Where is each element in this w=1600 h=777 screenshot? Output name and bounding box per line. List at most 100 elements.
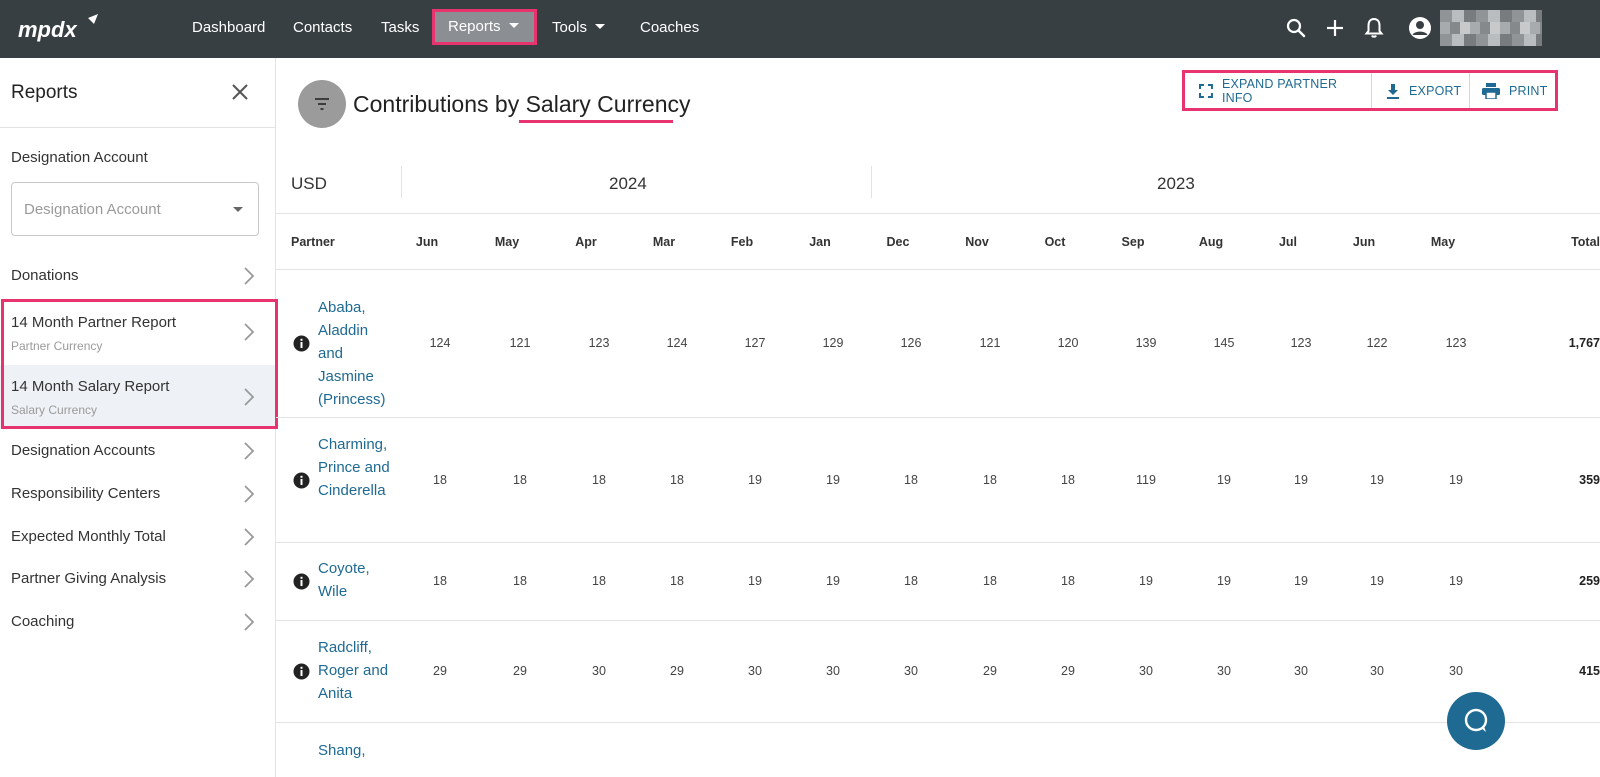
partner-name-link[interactable]: Shang, <box>318 739 396 762</box>
close-icon[interactable] <box>230 82 250 102</box>
month-amount-cell: 122 <box>1366 336 1388 350</box>
nav-tools-label: Tools <box>552 19 588 36</box>
page-title-emphasis: Salary Currency <box>525 91 691 117</box>
month-amount-cell: 145 <box>1213 336 1235 350</box>
info-icon[interactable] <box>293 335 310 352</box>
filter-icon <box>315 98 329 110</box>
chevron-right-icon <box>244 442 255 460</box>
year-label-2023: 2023 <box>1157 174 1195 193</box>
sidebar-item-responsibility-centers[interactable]: Responsibility Centers <box>0 472 275 514</box>
month-amount-cell: 29 <box>983 664 997 678</box>
user-name-redacted[interactable] <box>1440 10 1542 46</box>
logo-text: mpdx <box>18 17 77 42</box>
sidebar-item-14-month-partner-report[interactable]: 14 Month Partner Report Partner Currency <box>0 302 275 365</box>
column-header-month: Nov <box>965 235 989 249</box>
column-header-month: Jan <box>809 235 831 249</box>
chat-icon <box>1464 708 1488 732</box>
sidebar-item-donations[interactable]: Donations <box>0 256 275 298</box>
nav-contacts[interactable]: Contacts <box>293 0 352 55</box>
info-icon[interactable] <box>293 472 310 489</box>
row-total-cell: 415 <box>1579 664 1600 678</box>
row-total-cell: 259 <box>1579 574 1600 588</box>
month-amount-cell: 129 <box>822 336 844 350</box>
chevron-right-icon <box>244 570 255 588</box>
add-icon[interactable] <box>1323 16 1347 40</box>
month-amount-cell: 19 <box>826 472 840 487</box>
partner-name-link[interactable]: Ababa, Aladdin and Jasmine (Princess) <box>318 296 396 411</box>
notifications-icon[interactable] <box>1362 16 1386 40</box>
month-amount-cell: 19 <box>1217 472 1231 487</box>
column-header-month: Feb <box>730 235 754 249</box>
month-amount-cell: 19 <box>748 472 762 487</box>
page-title: Contributions by Salary Currency <box>353 91 690 118</box>
month-amount-cell: 30 <box>748 664 762 678</box>
expand-partner-info-label: EXPAND PARTNER INFO <box>1221 76 1338 105</box>
month-amount-cell: 18 <box>433 574 447 588</box>
report-main-panel: Contributions by Salary Currency EXPAND … <box>276 58 1600 777</box>
nav-reports-label: Reports <box>448 18 501 35</box>
chevron-right-icon <box>244 388 255 406</box>
partner-name-link[interactable]: Coyote, Wile <box>318 557 396 603</box>
month-amount-cell: 18 <box>513 472 527 487</box>
expand-partner-info-button[interactable]: EXPAND PARTNER INFO <box>1185 73 1371 108</box>
designation-account-select[interactable]: Designation Account <box>11 182 259 236</box>
nav-tools[interactable]: Tools <box>552 0 606 55</box>
month-amount-cell: 30 <box>1217 664 1231 678</box>
sidebar-item-expected-monthly-total[interactable]: Expected Monthly Total <box>0 515 275 557</box>
month-amount-cell: 124 <box>429 336 451 350</box>
month-amount-cell: 29 <box>1061 664 1075 678</box>
chevron-right-icon <box>244 267 255 285</box>
year-label-2024: 2024 <box>609 174 647 193</box>
column-header-month: Jun <box>415 235 439 249</box>
sidebar-item-label: Designation Accounts <box>11 442 156 459</box>
info-icon[interactable] <box>293 663 310 680</box>
month-amount-cell: 30 <box>826 664 840 678</box>
month-amount-cell: 121 <box>509 336 531 350</box>
month-amount-cell: 30 <box>1294 664 1308 678</box>
search-icon[interactable] <box>1284 16 1308 40</box>
month-amount-cell: 19 <box>1139 574 1153 588</box>
sidebar-item-coaching[interactable]: Coaching <box>0 600 275 642</box>
month-amount-cell: 119 <box>1136 472 1156 487</box>
month-amount-cell: 18 <box>904 472 918 487</box>
reports-sidebar: Reports Designation Account Designation … <box>0 58 278 777</box>
month-amount-cell: 19 <box>1294 574 1308 588</box>
nav-tasks[interactable]: Tasks <box>381 0 419 55</box>
month-amount-cell: 18 <box>904 574 918 588</box>
sidebar-item-partner-giving-analysis[interactable]: Partner Giving Analysis <box>0 558 275 600</box>
sidebar-title: Reports <box>11 82 78 103</box>
sidebar-item-label: Partner Giving Analysis <box>11 570 167 587</box>
nav-coaches[interactable]: Coaches <box>640 0 699 55</box>
chevron-down-icon <box>508 22 519 28</box>
help-chat-button[interactable] <box>1447 692 1505 750</box>
info-icon[interactable] <box>293 573 310 590</box>
column-header-month: Oct <box>1044 235 1066 249</box>
month-amount-cell: 18 <box>513 574 527 588</box>
account-icon[interactable] <box>1407 15 1433 41</box>
column-header-month: Dec <box>886 235 910 249</box>
print-label: PRINT <box>1509 83 1548 98</box>
table-row: Shang, <box>276 723 1600 777</box>
month-amount-cell: 19 <box>1370 574 1384 588</box>
month-amount-cell: 18 <box>592 472 606 487</box>
sidebar-item-sublabel: Salary Currency <box>11 403 98 417</box>
sidebar-item-designation-accounts[interactable]: Designation Accounts <box>0 430 275 472</box>
nav-dashboard[interactable]: Dashboard <box>192 0 265 55</box>
partner-name-link[interactable]: Charming, Prince and Cinderella <box>318 433 396 502</box>
print-button[interactable]: PRINT <box>1469 73 1555 108</box>
month-amount-cell: 29 <box>433 664 447 678</box>
partner-name-link[interactable]: Radcliff, Roger and Anita <box>318 636 396 705</box>
month-amount-cell: 18 <box>670 574 684 588</box>
row-total-cell: 1,767 <box>1568 336 1600 350</box>
mpdx-logo[interactable]: mpdx <box>18 12 102 46</box>
export-button[interactable]: EXPORT <box>1371 73 1469 108</box>
month-amount-cell: 19 <box>1370 472 1384 487</box>
chevron-right-icon <box>244 485 255 503</box>
row-total-cell: 359 <box>1579 472 1600 487</box>
nav-reports[interactable]: Reports <box>432 9 537 45</box>
filter-button[interactable] <box>298 80 346 128</box>
month-amount-cell: 19 <box>1449 574 1463 588</box>
sidebar-item-14-month-salary-report[interactable]: 14 Month Salary Report Salary Currency <box>0 365 275 429</box>
month-amount-cell: 29 <box>670 664 684 678</box>
month-amount-cell: 19 <box>1217 574 1231 588</box>
